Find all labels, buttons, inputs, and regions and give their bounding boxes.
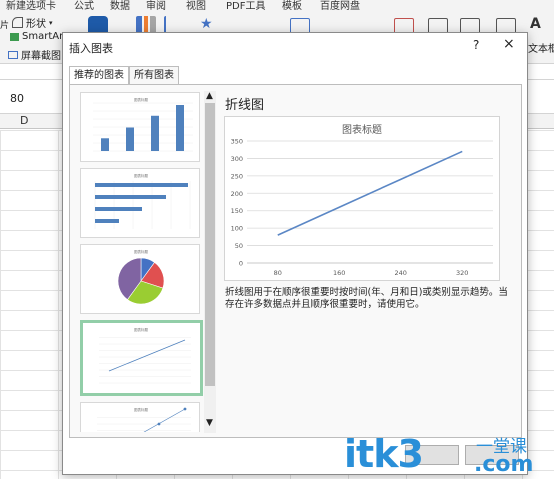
thumb-column-bar [151, 115, 159, 151]
thumb-line-svg: 图表标题 [99, 327, 191, 384]
thumb-title: 图表标题 [134, 327, 148, 332]
tab-panel: 图表标题 图表标题 图表标题 图表标题 图表标题 ▲ ▼ 折线图 图表标题 0 … [69, 84, 522, 438]
y-tick-label: 50 [235, 242, 243, 250]
menu-review[interactable]: 审阅 [146, 0, 166, 12]
thumb-scatter-chart[interactable]: 图表标题 [80, 402, 200, 432]
menu-formula[interactable]: 公式 [74, 0, 94, 12]
thumb-scatter-point [157, 422, 161, 426]
thumb-pie-slices [117, 257, 165, 305]
thumb-column-bars [93, 102, 193, 152]
watermark-com: .com [474, 452, 534, 477]
left-cut-char: 片 [0, 21, 10, 31]
smartart-button[interactable]: SmartArt [10, 31, 67, 42]
thumb-column-bar [176, 105, 184, 151]
close-button[interactable]: × [503, 36, 515, 52]
thumb-bar-svg: 图表标题 [94, 173, 191, 229]
textbox-icon[interactable]: A [530, 16, 550, 36]
line-chart-svg: 0 50 100 150 200 250 300 350 80 160 240 320 [231, 138, 493, 277]
menu-data[interactable]: 数据 [110, 0, 130, 12]
y-tick-label: 150 [231, 207, 243, 215]
x-tick-label: 320 [456, 269, 468, 277]
preview-chart-type: 折线图 [225, 98, 265, 113]
watermark-brand: itk3 [344, 432, 424, 476]
thumb-scatter-svg: 图表标题 [97, 407, 191, 432]
y-tick-label: 100 [231, 225, 243, 233]
column-header-d[interactable]: D [20, 114, 28, 127]
insert-chart-dialog: 插入图表 ? × 推荐的图表 所有图表 图表标题 图表标题 图表标题 图表标题 … [62, 32, 528, 475]
scroll-thumb[interactable] [205, 103, 215, 386]
thumb-pie-svg: 图表标题 [117, 249, 165, 305]
thumb-title: 图表标题 [134, 173, 148, 178]
tab-recommended-charts[interactable]: 推荐的图表 [69, 66, 129, 85]
itk3-watermark-logo: itk3 一堂课 .com [344, 432, 544, 477]
chevron-down-icon: ▾ [49, 18, 53, 27]
thumb-column-svg: 图表标题 [93, 97, 193, 152]
tab-bar: 推荐的图表 所有图表 [69, 66, 179, 85]
thumb-title: 图表标题 [134, 249, 148, 254]
menu-pdf[interactable]: PDF工具 [226, 0, 265, 12]
y-tick-label: 300 [231, 155, 243, 163]
menu-baidu[interactable]: 百度网盘 [320, 0, 360, 12]
recommended-chart-list: 图表标题 图表标题 图表标题 图表标题 图表标题 [80, 92, 206, 432]
thumb-column-bar [101, 138, 109, 151]
thumb-hbar [95, 219, 119, 223]
smartart-label: SmartArt [22, 31, 68, 42]
y-tick-label: 350 [231, 138, 243, 146]
shape-icon [12, 17, 23, 28]
y-tick-label: 0 [239, 260, 243, 268]
thumb-pie-chart[interactable]: 图表标题 [80, 244, 200, 314]
thumb-trend-line [143, 408, 186, 432]
thumb-line-chart[interactable]: 图表标题 [80, 320, 203, 396]
thumb-title: 图表标题 [134, 97, 148, 102]
x-tick-label: 160 [333, 269, 345, 277]
thumb-scrollbar[interactable]: ▲ ▼ [204, 91, 216, 433]
thumb-title: 图表标题 [134, 407, 148, 412]
smartart-icon [10, 32, 19, 41]
help-button[interactable]: ? [473, 38, 479, 52]
dialog-title: 插入图表 [69, 42, 113, 55]
x-tick-label: 240 [395, 269, 407, 277]
thumb-series-line [108, 339, 186, 372]
thumb-hbar [95, 195, 166, 199]
thumb-hbars [94, 181, 191, 229]
menu-template[interactable]: 模板 [282, 0, 302, 12]
screenshot-icon [8, 50, 18, 59]
thumb-scatter-point [183, 407, 187, 411]
chart-preview: 图表标题 0 50 100 150 200 250 300 350 80 160 240 320 [224, 116, 500, 281]
menu-view[interactable]: 视图 [186, 0, 206, 12]
thumb-column-chart[interactable]: 图表标题 [80, 92, 200, 162]
scroll-up-icon[interactable]: ▲ [206, 91, 213, 101]
thumb-hbar [95, 183, 188, 187]
y-tick-label: 200 [231, 190, 243, 198]
scroll-down-icon[interactable]: ▼ [206, 418, 213, 428]
thumb-line-plot [99, 337, 191, 384]
thumb-column-bar [126, 127, 134, 151]
shape-button[interactable]: 形状 ▾ [12, 15, 53, 30]
menu-new-tab[interactable]: 新建选项卡 [6, 0, 56, 12]
name-box[interactable]: 80 [10, 92, 24, 105]
thumb-bar-chart[interactable]: 图表标题 [80, 168, 200, 238]
shape-label: 形状 [26, 19, 46, 30]
screenshot-label: 屏幕截图 [21, 51, 61, 62]
chart-description: 折线图用于在顺序很重要时按时间(年、月和日)或类别显示趋势。当存在许多数据点并且… [225, 287, 508, 310]
textbox-label[interactable]: 文本框 [528, 40, 554, 55]
x-tick-label: 80 [274, 269, 282, 277]
thumb-hbar [95, 207, 142, 211]
screenshot-button[interactable]: 屏幕截图 ▾ [8, 47, 68, 62]
y-tick-label: 250 [231, 172, 243, 180]
tab-all-charts[interactable]: 所有图表 [129, 66, 179, 85]
